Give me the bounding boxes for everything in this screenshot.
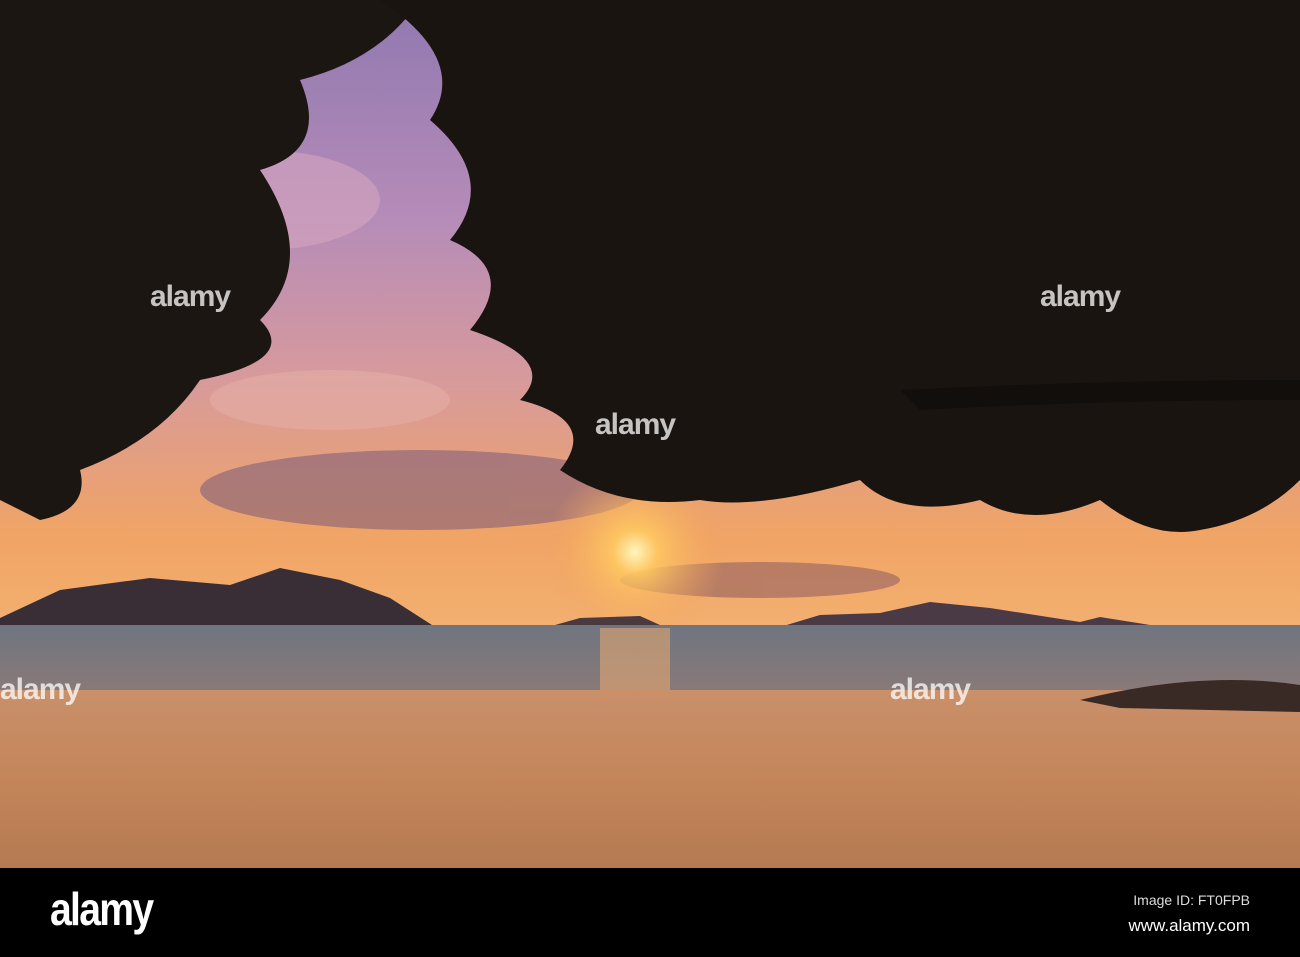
image-id: Image ID: FT0FPB [1133, 892, 1250, 908]
watermark-overlay: alamy [890, 673, 971, 706]
stock-photo: alamy alamy alamy alamy alamy alamy Imag… [0, 0, 1300, 957]
watermark-overlay: alamy [150, 280, 231, 313]
alamy-logo: alamy [50, 883, 154, 935]
watermark-overlay: alamy [1040, 280, 1121, 313]
watermark-overlay: alamy [0, 673, 81, 706]
site-url: www.alamy.com [1128, 916, 1250, 935]
sand-beach [0, 690, 1300, 868]
watermark-overlay: alamy [595, 408, 676, 441]
watermark-bar: alamy Image ID: FT0FPB www.alamy.com [0, 868, 1300, 957]
